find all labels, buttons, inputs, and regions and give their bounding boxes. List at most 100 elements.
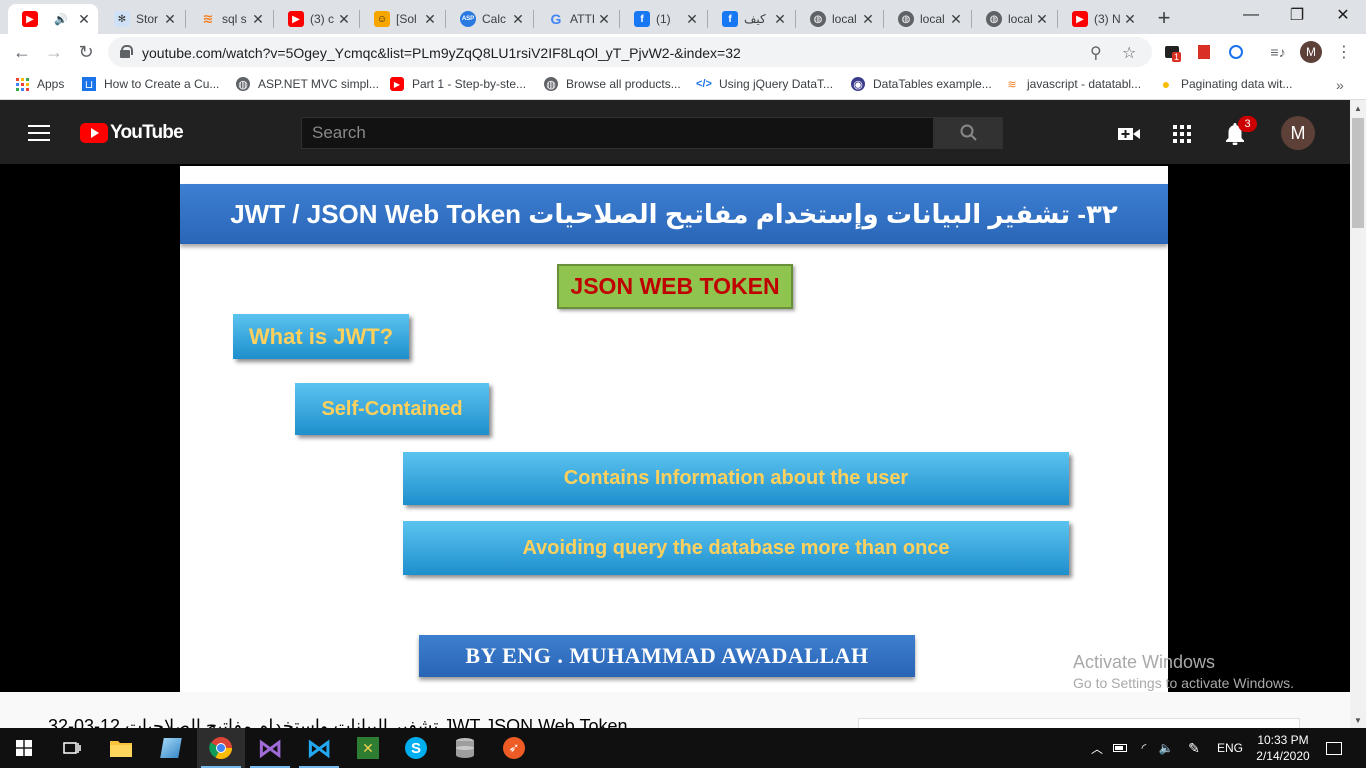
taskbar-skype[interactable]: S bbox=[392, 728, 440, 768]
taskbar-file-explorer[interactable] bbox=[97, 728, 145, 768]
bookmark-apps[interactable]: Apps bbox=[16, 77, 64, 91]
tab-localhost-3[interactable]: ◍ local ✕ bbox=[972, 4, 1056, 34]
tab-calc[interactable]: ASP Calc ✕ bbox=[446, 4, 532, 34]
tab-youtube-3[interactable]: ▶ (3) N ✕ bbox=[1058, 4, 1144, 34]
close-icon[interactable]: ✕ bbox=[948, 11, 964, 28]
tab-youtube-2[interactable]: ▶ (3) c ✕ bbox=[274, 4, 358, 34]
bookmark-item[interactable]: ≋ javascript - datatabl... bbox=[1005, 77, 1141, 91]
speaker-icon[interactable]: 🔊 bbox=[54, 13, 68, 26]
wifi-icon[interactable]: ◜ bbox=[1134, 728, 1154, 768]
search-button[interactable] bbox=[934, 117, 1003, 149]
tab-sql[interactable]: ≋ sql s ✕ bbox=[186, 4, 272, 34]
close-icon[interactable]: ✕ bbox=[336, 11, 352, 28]
close-icon[interactable]: ✕ bbox=[76, 11, 92, 28]
tab-localhost-1[interactable]: ◍ local ✕ bbox=[796, 4, 882, 34]
window-close-button[interactable]: ✕ bbox=[1320, 0, 1366, 30]
tab-title: local bbox=[832, 12, 857, 26]
bookmarks-overflow-icon[interactable]: » bbox=[1336, 77, 1344, 93]
scroll-up-icon[interactable]: ▲ bbox=[1350, 100, 1366, 116]
close-icon[interactable]: ✕ bbox=[684, 11, 700, 28]
bookmark-star-icon[interactable]: ☆ bbox=[1122, 43, 1136, 63]
scroll-thumb[interactable] bbox=[1352, 118, 1364, 228]
hamburger-menu-icon[interactable] bbox=[28, 125, 50, 141]
bookmark-item[interactable]: </> Using jQuery DataT... bbox=[696, 77, 833, 91]
taskbar-vscode[interactable]: ⋈ bbox=[295, 728, 343, 768]
start-button[interactable] bbox=[0, 728, 48, 768]
apps-grid-icon[interactable] bbox=[1170, 122, 1194, 146]
language-indicator[interactable]: ENG bbox=[1212, 728, 1248, 768]
youtube-logo-text: YouTube bbox=[110, 122, 184, 143]
stackoverflow-icon: ≋ bbox=[202, 11, 214, 26]
close-icon[interactable]: ✕ bbox=[1034, 11, 1050, 28]
extension-icon[interactable]: 1 bbox=[1162, 42, 1182, 62]
extension-circle-icon[interactable] bbox=[1226, 42, 1246, 62]
bookmark-item[interactable]: ● Paginating data wit... bbox=[1159, 76, 1293, 92]
tab-facebook-1[interactable]: f (1) ✕ bbox=[620, 4, 706, 34]
bookmark-label: How to Create a Cu... bbox=[104, 77, 220, 91]
close-icon[interactable]: ✕ bbox=[1122, 11, 1138, 28]
tab-facebook-2[interactable]: f كيف ✕ bbox=[708, 4, 794, 34]
extension-red-icon[interactable] bbox=[1194, 42, 1214, 62]
url-text[interactable]: youtube.com/watch?v=5Ogey_Ycmqc&list=PLm… bbox=[142, 45, 741, 61]
tab-store[interactable]: ✻ Stor ✕ bbox=[100, 4, 184, 34]
search-input[interactable]: Search bbox=[301, 117, 934, 149]
close-icon[interactable]: ✕ bbox=[510, 11, 526, 28]
bookmark-item[interactable]: ◍ ASP.NET MVC simpl... bbox=[236, 77, 379, 91]
facebook-icon: f bbox=[722, 11, 738, 27]
volume-icon[interactable]: 🔈 bbox=[1156, 728, 1176, 768]
battery-icon[interactable] bbox=[1110, 728, 1130, 768]
lock-icon bbox=[120, 45, 133, 58]
pen-workspace-icon[interactable]: ✎ bbox=[1182, 728, 1206, 768]
globe-icon: ◍ bbox=[986, 11, 1002, 27]
close-icon[interactable]: ✕ bbox=[422, 11, 438, 28]
datatables-icon: ◉ bbox=[851, 77, 865, 91]
minimize-button[interactable]: — bbox=[1228, 0, 1274, 30]
sidebar-card[interactable] bbox=[858, 718, 1300, 728]
youtube-icon: ▶ bbox=[1072, 11, 1088, 27]
taskbar-postman[interactable]: ➶ bbox=[490, 728, 538, 768]
close-icon[interactable]: ✕ bbox=[596, 11, 612, 28]
facebook-icon: f bbox=[634, 11, 650, 27]
address-bar[interactable]: youtube.com/watch?v=5Ogey_Ycmqc&list=PLm… bbox=[108, 37, 1152, 67]
action-center-icon[interactable] bbox=[1320, 728, 1348, 768]
taskbar-database[interactable] bbox=[441, 728, 489, 768]
tab-google[interactable]: G ATTI ✕ bbox=[534, 4, 618, 34]
tab-codeproject[interactable]: ☺ [Sol ✕ bbox=[360, 4, 444, 34]
zoom-icon[interactable]: ⚲ bbox=[1090, 43, 1102, 63]
bookmark-item[interactable]: ▶ Part 1 - Step-by-ste... bbox=[390, 77, 526, 91]
menu-dots-icon[interactable]: ⋮ bbox=[1334, 42, 1354, 62]
taskbar-clock[interactable]: 10:33 PM 2/14/2020 bbox=[1252, 732, 1314, 764]
reload-button[interactable]: ↻ bbox=[72, 38, 100, 66]
youtube-avatar[interactable]: M bbox=[1281, 116, 1315, 150]
taskbar-notepad[interactable] bbox=[147, 728, 195, 768]
youtube-logo[interactable]: YouTube bbox=[80, 122, 184, 144]
folder-icon bbox=[110, 741, 132, 757]
page-scrollbar[interactable]: ▲ ▼ bbox=[1350, 100, 1366, 728]
taskbar-visual-studio[interactable]: ⋈ bbox=[246, 728, 294, 768]
new-tab-button[interactable]: + bbox=[1152, 5, 1176, 31]
bookmark-item[interactable]: ⊔ How to Create a Cu... bbox=[82, 77, 219, 91]
media-control-icon[interactable]: ≡♪ bbox=[1268, 42, 1288, 62]
taskbar-app-x[interactable]: ✕ bbox=[344, 728, 392, 768]
tab-youtube-active[interactable]: ▶ 🔊 ✕ bbox=[8, 4, 98, 34]
excel-like-icon: ✕ bbox=[357, 737, 379, 759]
close-icon[interactable]: ✕ bbox=[250, 11, 266, 28]
forward-button[interactable]: → bbox=[40, 38, 68, 66]
show-hidden-icons-icon[interactable]: ︿ bbox=[1088, 728, 1106, 768]
close-icon[interactable]: ✕ bbox=[860, 11, 876, 28]
scroll-down-icon[interactable]: ▼ bbox=[1350, 712, 1366, 728]
bookmark-item[interactable]: ◍ Browse all products... bbox=[544, 77, 681, 91]
asp-icon: ASP bbox=[460, 11, 476, 27]
back-button[interactable]: ← bbox=[8, 38, 36, 66]
bookmark-item[interactable]: ◉ DataTables example... bbox=[851, 77, 992, 91]
taskbar-chrome[interactable] bbox=[197, 728, 245, 768]
tab-localhost-2[interactable]: ◍ local ✕ bbox=[884, 4, 970, 34]
task-view-button[interactable] bbox=[48, 728, 96, 768]
profile-avatar[interactable]: M bbox=[1300, 41, 1322, 63]
restore-button[interactable]: ❐ bbox=[1274, 0, 1320, 30]
visual-studio-icon: ⋈ bbox=[257, 732, 283, 763]
create-video-icon[interactable] bbox=[1117, 122, 1141, 146]
close-icon[interactable]: ✕ bbox=[772, 11, 788, 28]
close-icon[interactable]: ✕ bbox=[162, 11, 178, 28]
watermark-line1: Activate Windows bbox=[1073, 652, 1216, 672]
